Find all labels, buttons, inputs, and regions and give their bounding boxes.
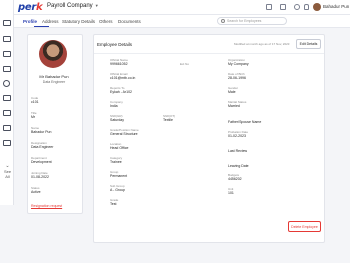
employee-role: Data Engineer: [42, 80, 66, 84]
profile-field-designation: Designation Data Engineer: [31, 141, 54, 149]
detail-grade-position: Grade/Position Name General Structure: [110, 128, 139, 136]
profile-field-joining-date: Joining Date 01-08-2022: [31, 171, 49, 179]
details-title: Employee Details: [97, 42, 133, 47]
tab-address[interactable]: Address: [42, 19, 59, 24]
profile-field-name: Name Bahadur Pun: [31, 126, 52, 134]
divider: [94, 53, 324, 54]
employee-name: Mr Bahadur Pun: [39, 74, 69, 79]
modified-note: Modified at month ago as of 17 Nov, 2023: [234, 42, 290, 46]
employee-avatar: [39, 40, 67, 68]
employees-icon[interactable]: [3, 36, 11, 42]
detail-company: Company India: [110, 100, 123, 108]
detail-last-review: Last Review: [228, 149, 248, 153]
top-header: perk Payroll Company▼ Bahadur Pun ⌄: [14, 0, 350, 15]
see-all-button[interactable]: ⌄ See All: [2, 164, 13, 180]
documents-icon[interactable]: [3, 110, 11, 116]
search-input[interactable]: Search for Employees: [227, 19, 261, 23]
profile-field-department: Department Development: [31, 156, 52, 164]
detail-gender: Gender Male: [228, 86, 239, 94]
user-avatar[interactable]: [313, 3, 321, 11]
reports-icon[interactable]: [3, 95, 11, 101]
profile-field-status: Status Active: [31, 186, 41, 194]
profile-field-title: Title Mr: [31, 111, 37, 119]
company-name: Payroll Company: [47, 3, 93, 9]
company-selector[interactable]: Payroll Company ▼: [47, 3, 99, 9]
detail-marital-status: Marital Status Married: [228, 100, 247, 108]
profile-card: Mr Bahadur Pun Data Engineer Code c101 T…: [27, 34, 83, 214]
detail-probation-date: Probation Date 01-02-2023: [228, 130, 249, 138]
calendar-icon[interactable]: [3, 125, 11, 131]
detail-leaving-date: Leaving Date: [228, 164, 249, 168]
logo[interactable]: perk: [18, 1, 43, 13]
payroll-icon[interactable]: [3, 66, 11, 72]
user-name: Bahadur Pun: [323, 4, 350, 9]
bell-icon[interactable]: [304, 4, 309, 10]
detail-reports-to: Reports To Eykah - Ar102: [110, 86, 132, 94]
help-icon[interactable]: [294, 4, 300, 10]
detail-budgets: Budgets 4456202: [228, 173, 242, 181]
detail-grade: Grade Test: [110, 198, 119, 206]
search-icon: [221, 19, 225, 23]
employee-details-card: Employee Details Modified at month ago a…: [93, 34, 325, 243]
detail-group: Group Permanent: [110, 170, 128, 178]
mail-icon[interactable]: [280, 4, 286, 10]
detail-ext-no: Ext No: [180, 62, 190, 66]
user-menu[interactable]: Bahadur Pun ⌄: [323, 4, 350, 10]
edit-details-button[interactable]: Edit Details: [296, 39, 321, 49]
detail-shift-gr: Shift(GR) Saturday: [110, 114, 125, 122]
detail-organization: Organization My Company: [228, 58, 249, 66]
detail-unit: Unit 101: [228, 187, 234, 195]
profile-tabs: Profile Address Statutory Details Others…: [14, 15, 350, 28]
chevron-down-icon: ▼: [94, 3, 99, 8]
detail-official-email: Official Email c101@mtb.co.in: [110, 72, 136, 80]
profile-field-code: Code c101: [31, 96, 39, 104]
clock-icon[interactable]: [3, 80, 10, 87]
tab-documents[interactable]: Documents: [118, 19, 141, 24]
grid-icon[interactable]: [266, 4, 272, 10]
detail-father-spouse-name: Father/Spouse Name: [228, 120, 262, 124]
detail-location: Location Head Office: [110, 142, 129, 150]
tab-statutory-details[interactable]: Statutory Details: [62, 19, 95, 24]
tab-profile[interactable]: Profile: [23, 19, 37, 24]
detail-date-of-birth: Date of Birth 28-06-1996: [228, 72, 246, 80]
detail-sub-group: Sub Group A - Group: [110, 184, 125, 192]
resignation-request-link[interactable]: Resignation request: [31, 204, 62, 208]
sidebar-rail: ⌄ See All: [0, 0, 14, 205]
detail-category: Category Trainee: [110, 156, 123, 164]
home-icon[interactable]: [3, 20, 11, 26]
detail-official-name: Official Name 999661052: [110, 58, 128, 66]
employee-search[interactable]: Search for Employees: [217, 17, 287, 25]
detail-shift-ot: Shift(OT) Textile: [163, 114, 176, 122]
see-all-label: See All: [3, 169, 12, 179]
settings-icon[interactable]: [3, 140, 11, 146]
active-tab-indicator: [34, 26, 49, 27]
attendance-icon[interactable]: [3, 51, 11, 57]
delete-employee-button[interactable]: Delete Employee: [288, 221, 321, 232]
tab-others[interactable]: Others: [99, 19, 113, 24]
logo-text: perk: [18, 1, 43, 13]
